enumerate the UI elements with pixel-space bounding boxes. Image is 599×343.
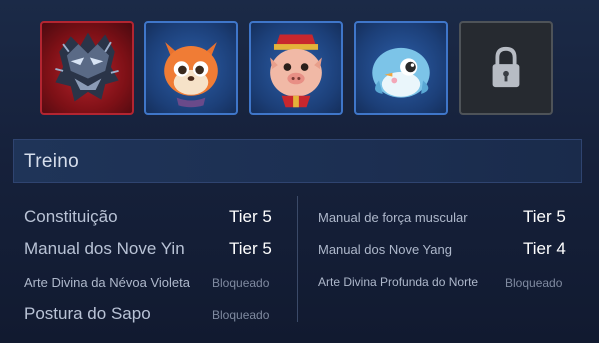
training-value: Tier 5	[229, 207, 272, 226]
pet-slot-1[interactable]	[40, 21, 134, 115]
pet-slot-locked[interactable]	[459, 21, 553, 115]
pet-slot-3[interactable]	[249, 21, 343, 115]
pet-slot-2[interactable]	[144, 21, 238, 115]
dark-armor-icon	[55, 32, 119, 102]
training-status-locked: Bloqueado	[505, 276, 563, 290]
column-divider	[297, 196, 298, 322]
training-label: Manual de força muscular	[318, 210, 468, 225]
training-value: Tier 5	[523, 207, 566, 226]
pet-slots	[40, 21, 560, 117]
pet-slot-4[interactable]	[354, 21, 448, 115]
lock-icon	[492, 46, 520, 88]
training-value: Tier 5	[229, 239, 272, 258]
training-label: Constituição	[24, 207, 118, 226]
training-label: Postura do Sapo	[24, 304, 151, 323]
training-label: Arte Divina Profunda do Norte	[318, 275, 479, 289]
training-value: Tier 4	[523, 239, 566, 258]
training-label: Manual dos Nove Yin	[24, 239, 185, 258]
pig-icon	[270, 34, 322, 108]
training-label: Manual dos Nove Yang	[318, 242, 452, 257]
training-status-locked: Bloqueado	[212, 276, 270, 290]
bird-icon	[372, 47, 430, 98]
training-label: Arte Divina da Névoa Violeta	[24, 275, 190, 290]
section-header: Treino	[13, 139, 582, 183]
section-title: Treino	[24, 151, 79, 172]
fox-icon	[164, 42, 218, 108]
training-status-locked: Bloqueado	[212, 308, 270, 322]
